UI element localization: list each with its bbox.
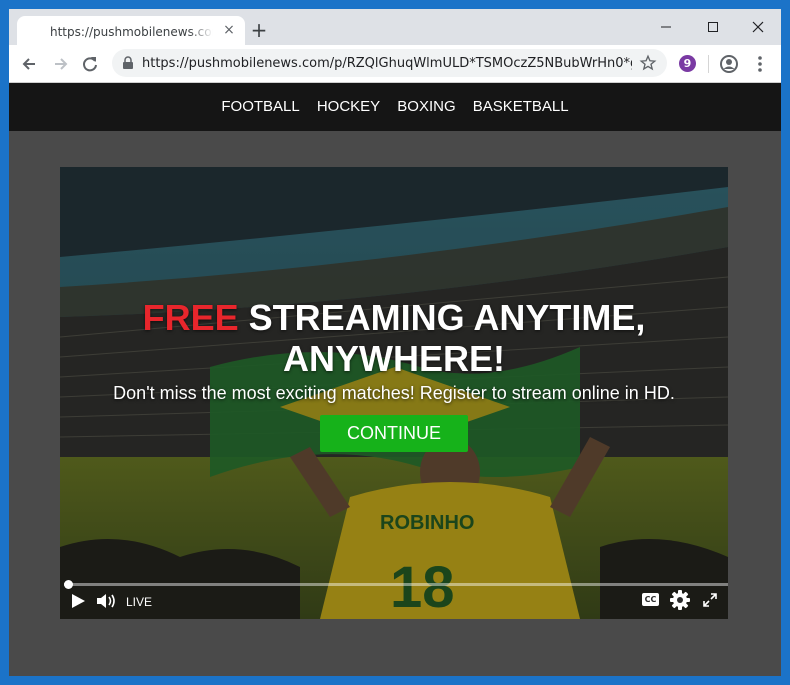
- nav-hockey[interactable]: HOCKEY: [317, 83, 380, 131]
- reload-icon: [83, 57, 97, 72]
- account-button[interactable]: [718, 53, 740, 75]
- minimize-icon: [661, 26, 671, 28]
- url-text: https://pushmobilenews.com/p/RZQlGhuqWlm…: [142, 56, 632, 71]
- headline-line2: ANYWHERE!: [283, 338, 505, 379]
- maximize-icon: [708, 22, 718, 32]
- address-bar[interactable]: https://pushmobilenews.com/p/RZQlGhuqWlm…: [112, 49, 667, 77]
- minimize-button[interactable]: [643, 14, 689, 40]
- continue-button[interactable]: CONTINUE: [320, 415, 468, 452]
- tab-title: https://pushmobilenews.com/p/RZQlGhuqWlm…: [50, 25, 213, 39]
- browser-window: https://pushmobilenews.com/p/RZQlGhuqWlm…: [9, 9, 781, 676]
- fullscreen-icon[interactable]: [703, 593, 717, 607]
- back-icon: [22, 58, 35, 70]
- top-nav: FOOTBALL HOCKEY BOXING BASKETBALL: [9, 83, 781, 131]
- star-icon[interactable]: [639, 54, 657, 72]
- hero-subtext: Don't miss the most exciting matches! Re…: [113, 383, 675, 403]
- account-icon: [720, 55, 738, 73]
- progress-bar[interactable]: [64, 580, 728, 589]
- volume-icon[interactable]: [96, 593, 118, 609]
- extension-icon[interactable]: 9: [679, 55, 696, 72]
- browser-tab[interactable]: https://pushmobilenews.com/p/RZQlGhuqWlm…: [17, 16, 245, 45]
- captions-button[interactable]: CC: [642, 593, 659, 606]
- forward-button[interactable]: [49, 53, 71, 75]
- close-window-button[interactable]: [735, 14, 781, 40]
- menu-icon: [758, 56, 762, 72]
- browser-toolbar: https://pushmobilenews.com/p/RZQlGhuqWlm…: [9, 45, 781, 83]
- page-content: FOOTBALL HOCKEY BOXING BASKETBALL ROBINH…: [9, 83, 781, 676]
- nav-basketball[interactable]: BASKETBALL: [473, 83, 569, 131]
- hero-headline: FREE STREAMING ANYTIME, ANYWHERE!: [60, 297, 728, 379]
- back-button[interactable]: [19, 53, 41, 75]
- play-icon[interactable]: [70, 593, 86, 609]
- new-tab-button[interactable]: +: [249, 20, 269, 40]
- video-player[interactable]: ROBINHO 18 FREE STREAMING ANYTIME, ANYWH…: [60, 167, 728, 619]
- live-label: LIVE: [126, 595, 153, 609]
- tab-close-icon[interactable]: ×: [221, 22, 237, 38]
- tab-strip: https://pushmobilenews.com/p/RZQlGhuqWlm…: [9, 9, 781, 45]
- settings-icon[interactable]: [670, 590, 690, 610]
- nav-boxing[interactable]: BOXING: [397, 83, 455, 131]
- reload-button[interactable]: [79, 53, 101, 75]
- headline-highlight: FREE: [142, 297, 239, 338]
- scrubber-handle[interactable]: [64, 580, 73, 589]
- close-icon: [752, 21, 764, 33]
- toolbar-divider: [708, 55, 709, 73]
- maximize-button[interactable]: [690, 14, 736, 40]
- lock-icon: [123, 56, 133, 69]
- forward-icon: [55, 58, 68, 70]
- headline-line1: STREAMING ANYTIME,: [238, 297, 646, 338]
- menu-button[interactable]: [749, 53, 771, 75]
- player-controls: LIVE CC: [60, 580, 728, 619]
- nav-football[interactable]: FOOTBALL: [221, 83, 299, 131]
